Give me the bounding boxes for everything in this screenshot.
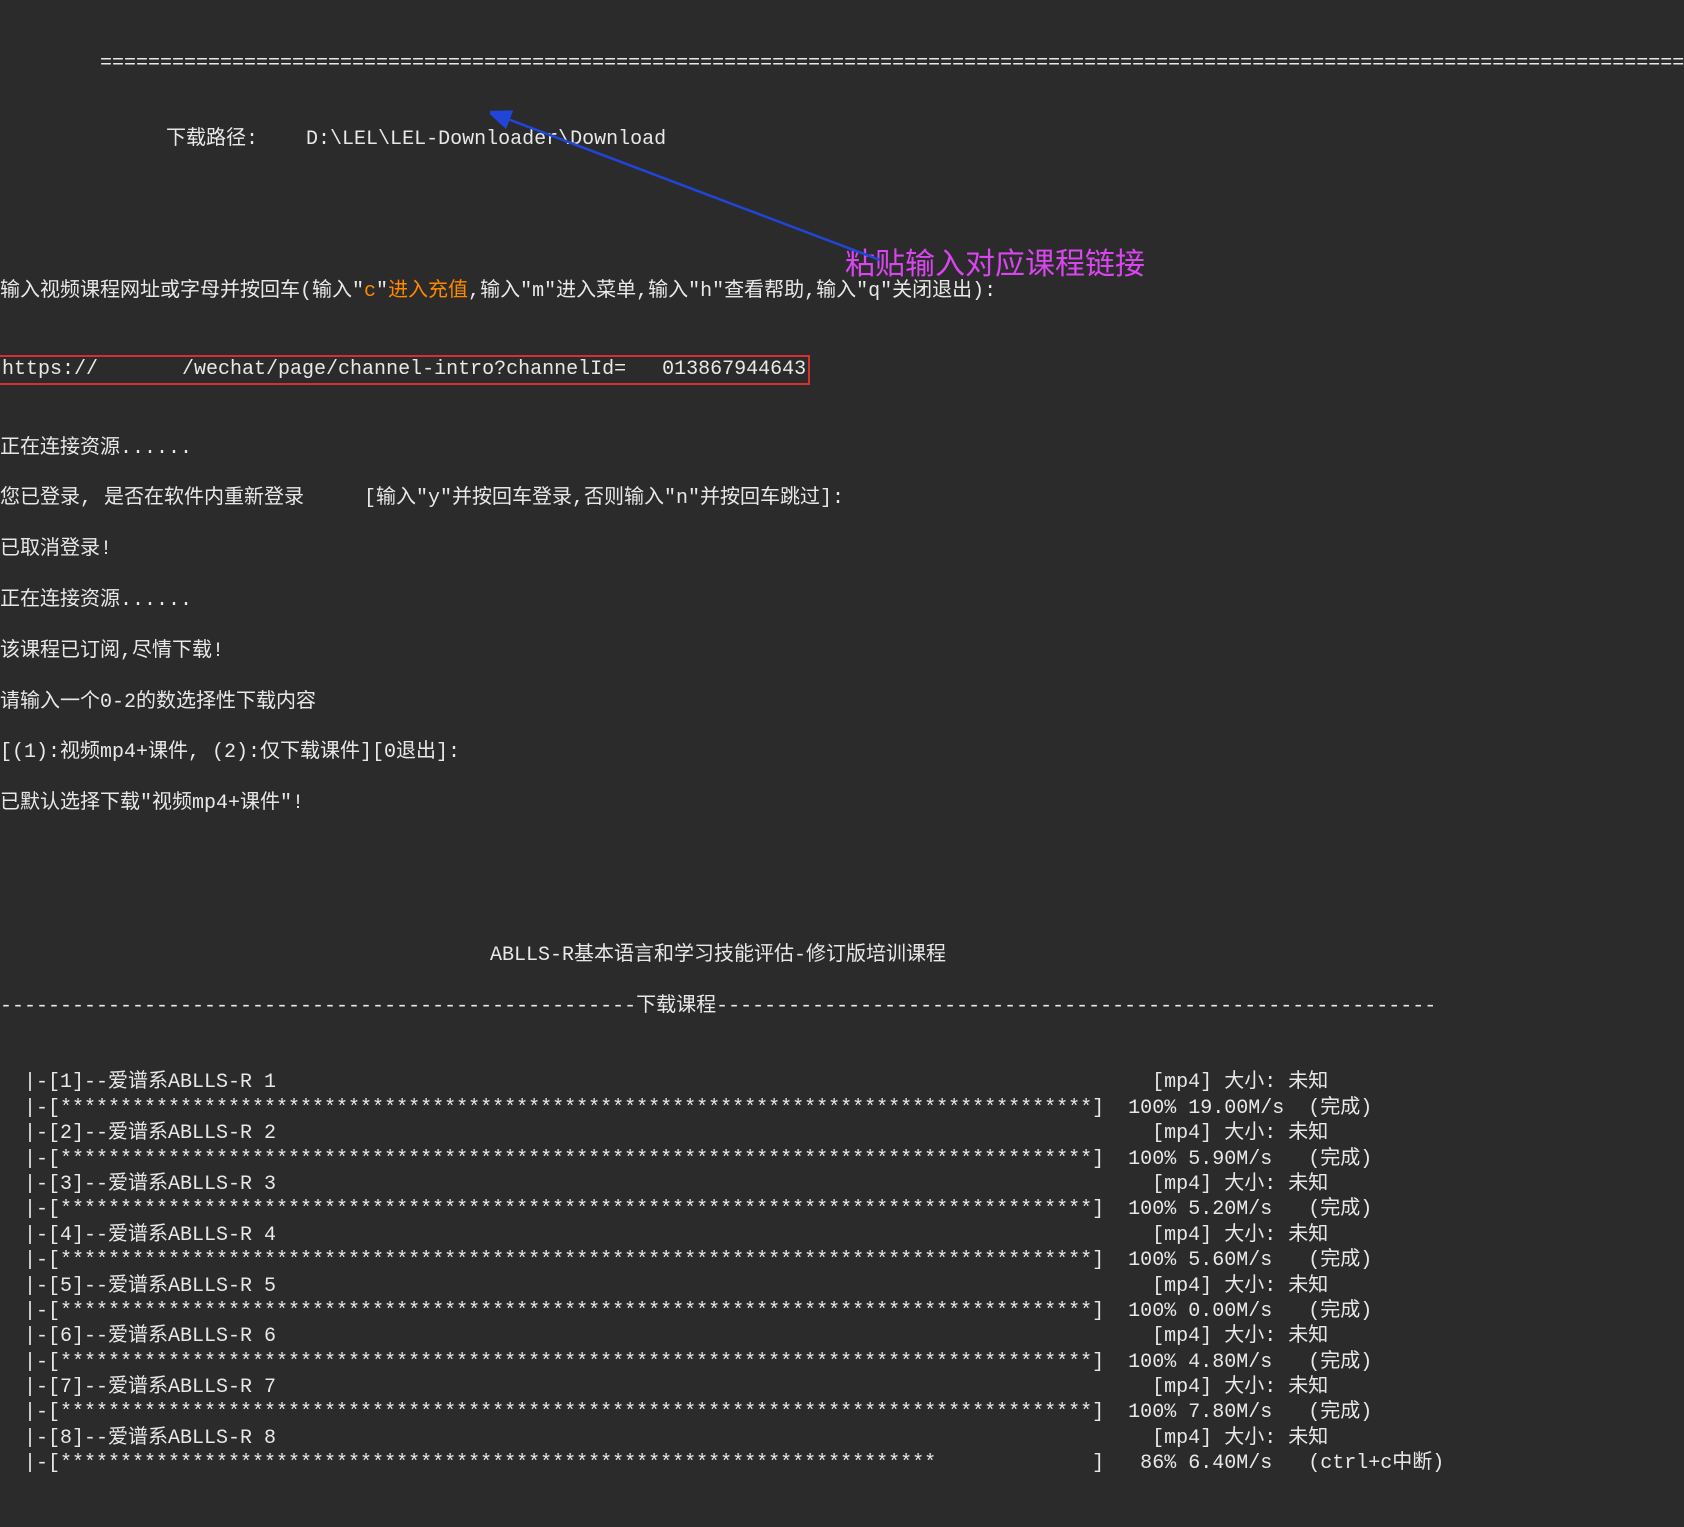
url-input-text[interactable]: https:// /wechat/page/channel-intro?chan… <box>2 358 806 381</box>
url-highlight-box: https:// /wechat/page/channel-intro?chan… <box>0 355 810 384</box>
download-item-progress: |-[*************************************… <box>0 1096 1684 1121</box>
blank-line-2 <box>0 867 1684 892</box>
char-c: c <box>364 280 376 303</box>
course-title-line: ABLLS-R基本语言和学习技能评估-修订版培训课程 <box>0 943 1684 968</box>
download-item-title: |-[5]--爱谱系ABLLS-R 5 [mp4] 大小: 未知 <box>0 1274 1684 1299</box>
download-path-value: D:\LEL\LEL-Downloader\Download <box>306 128 666 151</box>
download-item-progress: |-[*************************************… <box>0 1451 1684 1476</box>
download-item-progress: |-[*************************************… <box>0 1299 1684 1324</box>
download-item-title: |-[3]--爱谱系ABLLS-R 3 [mp4] 大小: 未知 <box>0 1172 1684 1197</box>
input-prompt-line: 输入视频课程网址或字母并按回车(输入"c"进入充值,输入"m"进入菜单,输入"h… <box>0 279 1684 304</box>
subscribed-line: 该课程已订阅,尽情下载! <box>0 639 1684 664</box>
connecting-line-1: 正在连接资源...... <box>0 436 1684 461</box>
download-path-line: 下载路径: D:\LEL\LEL-Downloader\Download <box>0 127 1684 152</box>
download-list: |-[1]--爱谱系ABLLS-R 1 [mp4] 大小: 未知 |-[****… <box>0 1070 1684 1476</box>
action-recharge: 进入充值 <box>388 280 468 303</box>
download-section-header: ----------------------------------------… <box>0 994 1684 1019</box>
annotation-label: 粘贴输入对应课程链接 <box>845 246 1145 284</box>
download-item-progress: |-[*************************************… <box>0 1248 1684 1273</box>
course-title: ABLLS-R基本语言和学习技能评估-修订版培训课程 <box>490 944 946 967</box>
download-item-progress: |-[*************************************… <box>0 1400 1684 1425</box>
download-item-progress: |-[*************************************… <box>0 1350 1684 1375</box>
terminal-output: ========================================… <box>0 0 1684 1527</box>
default-selected-line: 已默认选择下载"视频mp4+课件"! <box>0 791 1684 816</box>
login-prompt-line: 您已登录, 是否在软件内重新登录 [输入"y"并按回车登录,否则输入"n"并按回… <box>0 486 1684 511</box>
download-item-title: |-[4]--爱谱系ABLLS-R 4 [mp4] 大小: 未知 <box>0 1223 1684 1248</box>
download-item-progress: |-[*************************************… <box>0 1197 1684 1222</box>
options-line: [(1):视频mp4+课件, (2):仅下载课件][0退出]: <box>0 740 1684 765</box>
download-item-progress: |-[*************************************… <box>0 1147 1684 1172</box>
blank-line <box>0 203 1684 228</box>
top-divider: ========================================… <box>0 51 1684 76</box>
connecting-line-2: 正在连接资源...... <box>0 588 1684 613</box>
download-path-label: 下载路径: <box>166 128 258 151</box>
download-item-title: |-[8]--爱谱系ABLLS-R 8 [mp4] 大小: 未知 <box>0 1426 1684 1451</box>
download-item-title: |-[7]--爱谱系ABLLS-R 7 [mp4] 大小: 未知 <box>0 1375 1684 1400</box>
select-prompt-line: 请输入一个0-2的数选择性下载内容 <box>0 690 1684 715</box>
download-item-title: |-[6]--爱谱系ABLLS-R 6 [mp4] 大小: 未知 <box>0 1324 1684 1349</box>
download-item-title: |-[2]--爱谱系ABLLS-R 2 [mp4] 大小: 未知 <box>0 1121 1684 1146</box>
login-cancelled-line: 已取消登录! <box>0 537 1684 562</box>
url-input-line[interactable]: https:// /wechat/page/channel-intro?chan… <box>0 355 1684 384</box>
download-item-title: |-[1]--爱谱系ABLLS-R 1 [mp4] 大小: 未知 <box>0 1070 1684 1095</box>
